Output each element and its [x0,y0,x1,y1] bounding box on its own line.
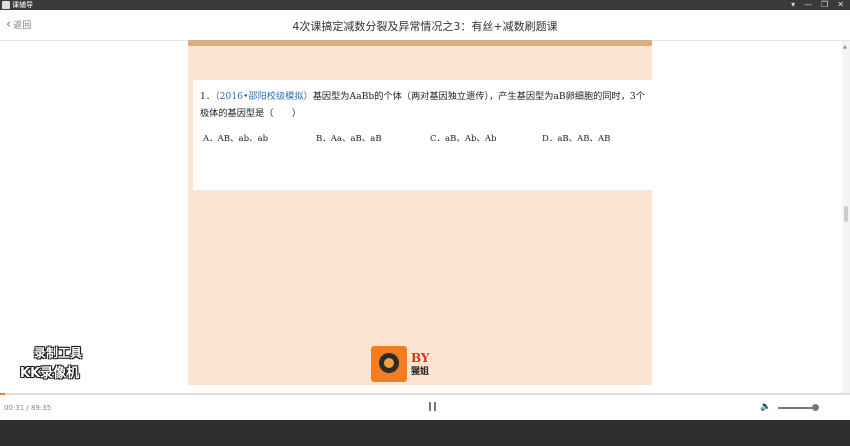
close-icon[interactable]: ✕ [837,0,844,10]
option-d: D．aB、AB、AB [542,134,611,144]
question-source: （2016•邵阳校级模拟） [215,91,313,102]
app-icon [2,1,10,9]
page-title: 4次课搞定减数分裂及异常情况之3：有丝+减数刷题课 [292,20,558,33]
option-b: B．Aa、aB、aB [316,134,382,144]
progress-fill [0,393,6,395]
slide-top-bar [188,40,652,46]
option-c: C．aB、Ab、Ab [430,134,497,144]
menu-dropdown-icon[interactable]: ▾ [791,0,795,10]
scroll-up-icon[interactable]: ▲ [843,44,847,50]
minimize-icon[interactable]: — [804,0,812,10]
progress-bar[interactable] [0,393,850,395]
scrollbar[interactable]: ▲ [842,41,850,393]
page-header: ‹ 返回 4次课搞定减数分裂及异常情况之3：有丝+减数刷题课 [0,10,850,41]
scroll-thumb[interactable] [844,206,848,222]
monkey-logo-icon [371,346,407,382]
brand-by: BY [411,351,430,365]
option-a: A．AB、ab、ab [203,134,269,144]
watermark-line1: 录制工具 [34,346,83,360]
playback-time: 00:31 / 89:35 [4,404,52,412]
video-slide[interactable]: 1．（2016•邵阳校级模拟）基因型为AaBb的个体（两对基因独立遗传），产生基… [188,40,652,385]
player-control-bar [0,393,850,421]
maximize-icon[interactable]: ❐ [821,0,828,10]
question-number: 1． [200,91,216,102]
pause-button[interactable] [429,402,437,411]
watermark-line2: KK录像机 [20,366,80,381]
bottom-bar [0,420,850,446]
brand-name: 猩姐 [411,367,430,377]
window-titlebar: 课辅导 ▾ — ❐ ✕ [0,0,850,10]
window-controls: ▾ — ❐ ✕ [791,0,844,10]
question-card: 1．（2016•邵阳校级模拟）基因型为AaBb的个体（两对基因独立遗传），产生基… [193,80,652,190]
question-text-block: 1．（2016•邵阳校级模拟）基因型为AaBb的个体（两对基因独立遗传），产生基… [200,88,648,122]
volume-knob[interactable] [811,404,819,411]
app-name: 课辅导 [12,1,33,9]
volume-icon[interactable]: 🔈 [760,402,771,412]
